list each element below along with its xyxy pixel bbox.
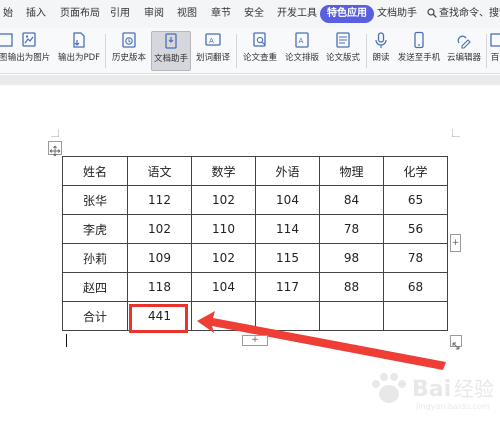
add-column-button[interactable]: + (450, 234, 461, 252)
table-resize-handle[interactable] (450, 335, 462, 350)
resize-icon (452, 342, 460, 350)
text-cursor (66, 334, 67, 347)
add-row-button[interactable]: + (242, 335, 268, 346)
annotation-arrow-icon (197, 311, 446, 370)
svg-text:Bai: Bai (412, 377, 451, 402)
svg-text:经验: 经验 (454, 377, 494, 401)
svg-text:jingyan.baidu.com: jingyan.baidu.com (415, 402, 490, 411)
baidu-watermark-logo: Bai 经验 jingyan.baidu.com (372, 373, 494, 411)
